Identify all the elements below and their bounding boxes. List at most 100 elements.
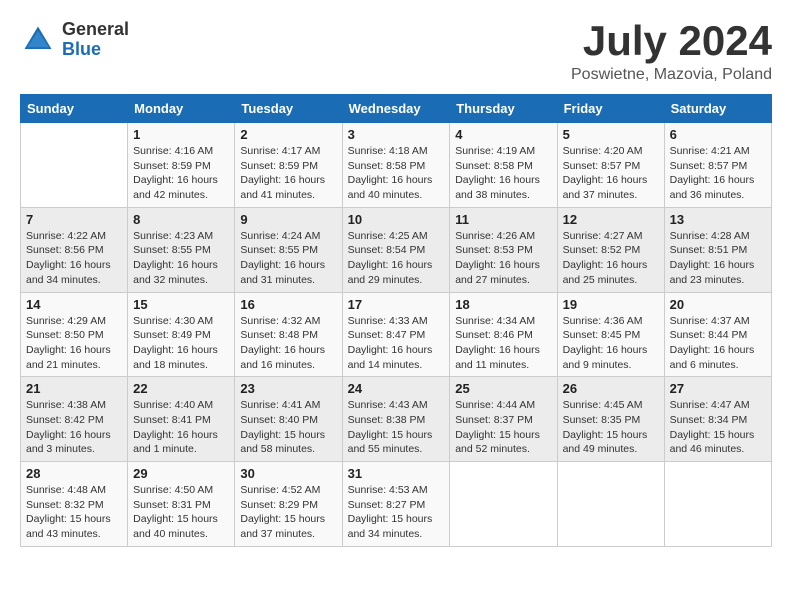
- location-title: Poswietne, Mazovia, Poland: [571, 66, 772, 84]
- calendar-cell: 6Sunrise: 4:21 AM Sunset: 8:57 PM Daylig…: [664, 123, 771, 208]
- day-detail: Sunrise: 4:22 AM Sunset: 8:56 PM Dayligh…: [26, 229, 122, 288]
- calendar-cell: 29Sunrise: 4:50 AM Sunset: 8:31 PM Dayli…: [128, 462, 235, 547]
- title-area: July 2024 Poswietne, Mazovia, Poland: [571, 20, 772, 84]
- day-detail: Sunrise: 4:45 AM Sunset: 8:35 PM Dayligh…: [563, 398, 659, 457]
- calendar-cell: 15 Sunrise: 4:30 AM Sunset: 8:49 PM Dayli…: [128, 292, 235, 377]
- day-number: 3: [348, 127, 445, 142]
- calendar-cell: 26Sunrise: 4:45 AM Sunset: 8:35 PM Dayli…: [557, 377, 664, 462]
- calendar-cell: 1 Sunrise: 4:16 AM Sunset: 8:59 PM Daylig…: [128, 123, 235, 208]
- calendar-cell: [557, 462, 664, 547]
- day-detail: Sunrise: 4:41 AM Sunset: 8:40 PM Dayligh…: [240, 398, 336, 457]
- logo-blue-text: Blue: [62, 40, 129, 60]
- day-detail: Sunrise: 4:24 AM Sunset: 8:55 PM Dayligh…: [240, 229, 336, 288]
- day-detail: Sunrise: 4:25 AM Sunset: 8:54 PM Dayligh…: [348, 229, 445, 288]
- day-detail: Sunrise: 4:40 AM Sunset: 8:41 PM Dayligh…: [133, 398, 229, 457]
- day-detail: Sunrise: 4:34 AM Sunset: 8:46 PM Dayligh…: [455, 314, 551, 373]
- calendar-cell: 31 Sunrise: 4:53 AM Sunset: 8:27 PM Dayli…: [342, 462, 450, 547]
- calendar-cell: [450, 462, 557, 547]
- day-detail: Sunrise: 4:18 AM Sunset: 8:58 PM Dayligh…: [348, 144, 445, 203]
- day-number: 24: [348, 381, 445, 396]
- calendar-week-row: 21Sunrise: 4:38 AM Sunset: 8:42 PM Dayli…: [21, 377, 772, 462]
- calendar-cell: 18 Sunrise: 4:34 AM Sunset: 8:46 PM Dayli…: [450, 292, 557, 377]
- day-detail: Sunrise: 4:33 AM Sunset: 8:47 PM Dayligh…: [348, 314, 445, 373]
- day-detail: Sunrise: 4:28 AM Sunset: 8:51 PM Dayligh…: [670, 229, 766, 288]
- day-number: 16: [240, 297, 336, 312]
- calendar-week-row: 14 Sunrise: 4:29 AM Sunset: 8:50 PM Dayli…: [21, 292, 772, 377]
- day-detail: Sunrise: 4:26 AM Sunset: 8:53 PM Dayligh…: [455, 229, 551, 288]
- day-number: 31: [348, 466, 445, 481]
- day-number: 5: [563, 127, 659, 142]
- day-number: 10: [348, 212, 445, 227]
- day-header-saturday: Saturday: [664, 95, 771, 123]
- calendar-header-row: SundayMondayTuesdayWednesdayThursdayFrid…: [21, 95, 772, 123]
- day-detail: Sunrise: 4:37 AM Sunset: 8:44 PM Dayligh…: [670, 314, 766, 373]
- day-detail: Sunrise: 4:50 AM Sunset: 8:31 PM Dayligh…: [133, 483, 229, 542]
- day-number: 7: [26, 212, 122, 227]
- month-title: July 2024: [571, 20, 772, 62]
- day-detail: Sunrise: 4:44 AM Sunset: 8:37 PM Dayligh…: [455, 398, 551, 457]
- logo-general-text: General: [62, 20, 129, 40]
- day-number: 8: [133, 212, 229, 227]
- day-detail: Sunrise: 4:52 AM Sunset: 8:29 PM Dayligh…: [240, 483, 336, 542]
- day-detail: Sunrise: 4:17 AM Sunset: 8:59 PM Dayligh…: [240, 144, 336, 203]
- day-number: 30: [240, 466, 336, 481]
- day-detail: Sunrise: 4:20 AM Sunset: 8:57 PM Dayligh…: [563, 144, 659, 203]
- calendar-cell: 22 Sunrise: 4:40 AM Sunset: 8:41 PM Dayli…: [128, 377, 235, 462]
- day-number: 27: [670, 381, 766, 396]
- day-header-sunday: Sunday: [21, 95, 128, 123]
- day-header-monday: Monday: [128, 95, 235, 123]
- calendar-cell: 23 Sunrise: 4:41 AM Sunset: 8:40 PM Dayli…: [235, 377, 342, 462]
- calendar-cell: 5 Sunrise: 4:20 AM Sunset: 8:57 PM Daylig…: [557, 123, 664, 208]
- day-detail: Sunrise: 4:27 AM Sunset: 8:52 PM Dayligh…: [563, 229, 659, 288]
- day-detail: Sunrise: 4:43 AM Sunset: 8:38 PM Dayligh…: [348, 398, 445, 457]
- day-detail: Sunrise: 4:38 AM Sunset: 8:42 PM Dayligh…: [26, 398, 122, 457]
- calendar-cell: 11 Sunrise: 4:26 AM Sunset: 8:53 PM Dayli…: [450, 207, 557, 292]
- page-header: General Blue July 2024 Poswietne, Mazovi…: [20, 20, 772, 84]
- day-number: 14: [26, 297, 122, 312]
- logo: General Blue: [20, 20, 129, 60]
- calendar-cell: [21, 123, 128, 208]
- day-detail: Sunrise: 4:48 AM Sunset: 8:32 PM Dayligh…: [26, 483, 122, 542]
- calendar-cell: 10 Sunrise: 4:25 AM Sunset: 8:54 PM Dayli…: [342, 207, 450, 292]
- calendar-cell: 7 Sunrise: 4:22 AM Sunset: 8:56 PM Daylig…: [21, 207, 128, 292]
- logo-icon: [20, 22, 56, 58]
- day-header-tuesday: Tuesday: [235, 95, 342, 123]
- calendar-cell: 24 Sunrise: 4:43 AM Sunset: 8:38 PM Dayli…: [342, 377, 450, 462]
- day-number: 23: [240, 381, 336, 396]
- day-number: 4: [455, 127, 551, 142]
- calendar-cell: 12 Sunrise: 4:27 AM Sunset: 8:52 PM Dayli…: [557, 207, 664, 292]
- day-number: 18: [455, 297, 551, 312]
- calendar-cell: [664, 462, 771, 547]
- day-header-friday: Friday: [557, 95, 664, 123]
- calendar-cell: 8Sunrise: 4:23 AM Sunset: 8:55 PM Daylig…: [128, 207, 235, 292]
- day-detail: Sunrise: 4:21 AM Sunset: 8:57 PM Dayligh…: [670, 144, 766, 203]
- day-number: 25: [455, 381, 551, 396]
- calendar-cell: 20 Sunrise: 4:37 AM Sunset: 8:44 PM Dayli…: [664, 292, 771, 377]
- calendar-cell: 21Sunrise: 4:38 AM Sunset: 8:42 PM Dayli…: [21, 377, 128, 462]
- day-number: 12: [563, 212, 659, 227]
- calendar-cell: 14 Sunrise: 4:29 AM Sunset: 8:50 PM Dayli…: [21, 292, 128, 377]
- day-number: 13: [670, 212, 766, 227]
- day-detail: Sunrise: 4:29 AM Sunset: 8:50 PM Dayligh…: [26, 314, 122, 373]
- day-number: 1: [133, 127, 229, 142]
- day-number: 11: [455, 212, 551, 227]
- day-detail: Sunrise: 4:47 AM Sunset: 8:34 PM Dayligh…: [670, 398, 766, 457]
- calendar-cell: 19Sunrise: 4:36 AM Sunset: 8:45 PM Dayli…: [557, 292, 664, 377]
- day-header-thursday: Thursday: [450, 95, 557, 123]
- day-detail: Sunrise: 4:16 AM Sunset: 8:59 PM Dayligh…: [133, 144, 229, 203]
- day-detail: Sunrise: 4:53 AM Sunset: 8:27 PM Dayligh…: [348, 483, 445, 542]
- calendar-table: SundayMondayTuesdayWednesdayThursdayFrid…: [20, 94, 772, 547]
- calendar-week-row: 1 Sunrise: 4:16 AM Sunset: 8:59 PM Daylig…: [21, 123, 772, 208]
- calendar-cell: 4Sunrise: 4:19 AM Sunset: 8:58 PM Daylig…: [450, 123, 557, 208]
- day-number: 9: [240, 212, 336, 227]
- day-detail: Sunrise: 4:30 AM Sunset: 8:49 PM Dayligh…: [133, 314, 229, 373]
- calendar-week-row: 7 Sunrise: 4:22 AM Sunset: 8:56 PM Daylig…: [21, 207, 772, 292]
- day-number: 20: [670, 297, 766, 312]
- calendar-cell: 9 Sunrise: 4:24 AM Sunset: 8:55 PM Daylig…: [235, 207, 342, 292]
- day-detail: Sunrise: 4:36 AM Sunset: 8:45 PM Dayligh…: [563, 314, 659, 373]
- day-number: 22: [133, 381, 229, 396]
- calendar-cell: 13 Sunrise: 4:28 AM Sunset: 8:51 PM Dayli…: [664, 207, 771, 292]
- calendar-cell: 28Sunrise: 4:48 AM Sunset: 8:32 PM Dayli…: [21, 462, 128, 547]
- day-number: 2: [240, 127, 336, 142]
- day-number: 15: [133, 297, 229, 312]
